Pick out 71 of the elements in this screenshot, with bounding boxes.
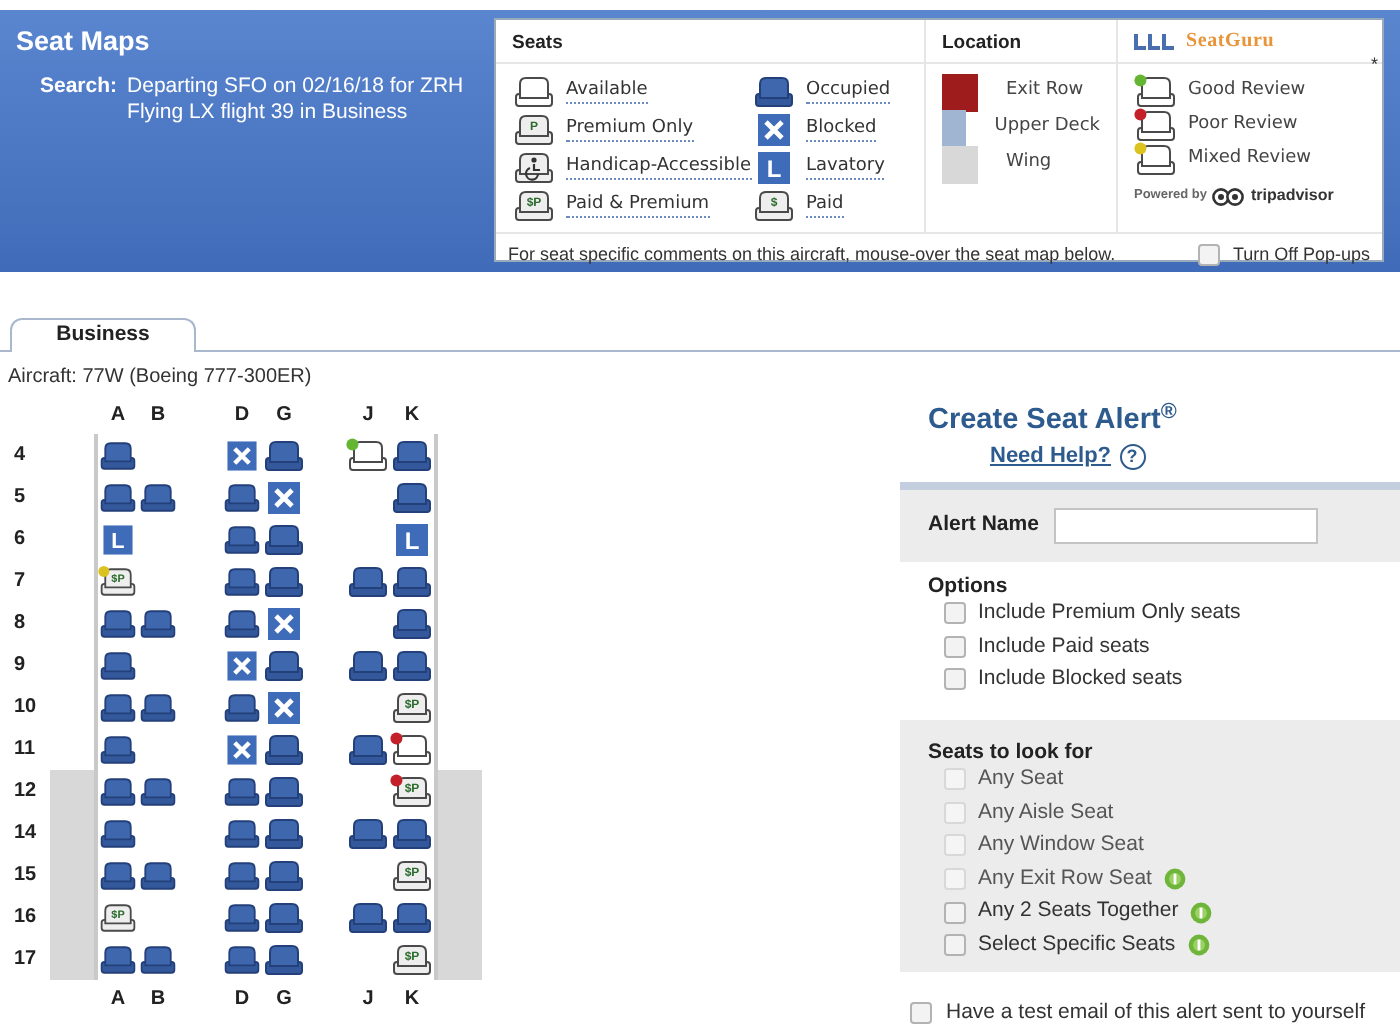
legend-heading: Location	[926, 20, 1118, 64]
legend-label: Exit Row	[1006, 78, 1084, 105]
help-icon[interactable]: ?	[1119, 443, 1146, 470]
lavatory-icon: L	[98, 521, 138, 557]
legend-link[interactable]: Lavatory	[806, 155, 885, 179]
checkbox-label: Include Blocked seats	[978, 664, 1183, 695]
brand-name: SeatGuru	[1186, 28, 1275, 56]
legend-heading: Seats	[496, 20, 926, 64]
checkbox-label: Select Specific Seats	[978, 929, 1176, 960]
row-number: 9	[12, 652, 28, 680]
section-heading: Options	[928, 573, 1010, 597]
lavatory-icon: L	[752, 149, 796, 185]
column-label: B	[148, 402, 168, 430]
checkbox-label: Any Window Seat	[978, 830, 1144, 861]
asterisk: *	[1370, 52, 1378, 78]
row-number: 5	[12, 484, 28, 512]
field-label: Alert Name	[928, 509, 1039, 540]
column-label: G	[274, 402, 294, 430]
help-link[interactable]: Need Help?	[990, 440, 1112, 473]
tab[interactable]: Business	[10, 318, 196, 352]
column-label: D	[232, 402, 252, 430]
section-heading: Seats to look for	[928, 739, 1095, 763]
note-text: For seat specific comments on this aircraft, mouse-over the seat map below.	[508, 241, 1116, 268]
column-label: K	[402, 985, 422, 1013]
column-label: A	[108, 985, 128, 1013]
search-label: Search:	[40, 74, 118, 103]
legend-link[interactable]: Available	[566, 79, 648, 103]
row-number: 6	[12, 526, 28, 554]
column-label: D	[232, 985, 252, 1013]
legend-link[interactable]: Occupied	[806, 79, 891, 103]
column-label: B	[148, 985, 168, 1013]
checkbox-label: Any Seat	[978, 763, 1064, 794]
row-number: 14	[12, 820, 39, 848]
row-number: 17	[12, 946, 39, 974]
row-number: 8	[12, 610, 28, 638]
column-label: J	[360, 402, 376, 430]
row-number: 15	[12, 862, 39, 890]
legend-link[interactable]: Handicap-Accessible	[566, 155, 751, 179]
tripadvisor-text: tripadvisor	[1250, 184, 1334, 208]
checkbox-label: Any Exit Row Seat	[978, 863, 1152, 894]
legend-label: Mixed Review	[1188, 145, 1312, 172]
legend-link[interactable]: Paid	[806, 193, 844, 217]
column-label: J	[360, 985, 376, 1013]
legend-label: Good Review	[1188, 77, 1306, 104]
column-label: G	[274, 985, 294, 1013]
row-number: 7	[12, 568, 28, 596]
row-number: 10	[12, 694, 39, 722]
search-text: Departing SFO on 02/16/18 for ZRH	[127, 74, 464, 101]
row-number: 16	[12, 904, 39, 932]
alert-title: Create Seat Alert$^{®}$	[926, 404, 1179, 438]
checkbox-label: Include Paid seats	[978, 631, 1150, 662]
legend-link[interactable]: Blocked	[806, 117, 877, 141]
row-number: 4	[12, 442, 28, 470]
checkbox-label: Turn Off Pop-ups	[1232, 241, 1370, 268]
legend-label: Upper Deck	[994, 114, 1100, 141]
legend-label: Poor Review	[1188, 111, 1298, 138]
legend-link[interactable]: Premium Only	[566, 117, 694, 141]
legend-label: Wing	[1006, 150, 1052, 177]
checkbox-label: Any 2 Seats Together	[978, 896, 1179, 927]
legend-link[interactable]: Paid & Premium	[566, 193, 710, 217]
column-label: K	[402, 402, 422, 430]
lavatory-icon: L	[390, 521, 434, 557]
row-number: 11	[12, 736, 38, 764]
checkbox-label: Any Aisle Seat	[978, 797, 1114, 828]
checkbox-label: Have a test email of this alert sent to yourself	[946, 997, 1366, 1027]
aircraft-text: Aircraft: 77W (Boeing 777-300ER)	[6, 364, 314, 392]
row-number: 12	[12, 778, 39, 806]
column-label: A	[108, 402, 128, 430]
checkbox-label: Include Premium Only seats	[978, 597, 1241, 628]
page-title: Seat Maps	[16, 24, 150, 60]
search-text: Flying LX flight 39 in Business	[127, 100, 410, 127]
